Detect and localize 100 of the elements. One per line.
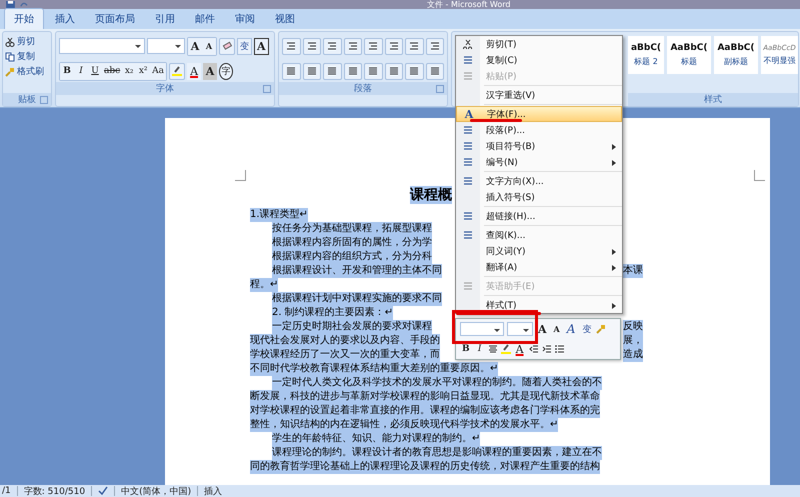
character-shading-button[interactable]: A <box>203 62 218 80</box>
submenu-arrow-icon <box>612 249 616 255</box>
phonetic-guide-button[interactable]: 变 <box>237 38 252 54</box>
menu-item[interactable]: 编号(N) <box>456 154 622 170</box>
ribbon-tab[interactable]: 引用 <box>146 9 184 29</box>
ribbon-tab[interactable]: 视图 <box>266 9 304 29</box>
document-text: 同的教育哲学理论基础上的课程理论及课程的历史传统，对课程产生重要的结构 <box>250 460 600 474</box>
menu-item[interactable]: 段落(P)... <box>456 122 622 138</box>
styles-button[interactable]: A <box>564 322 578 336</box>
paragraph-mark-button[interactable] <box>426 38 444 54</box>
paste-icon <box>463 71 473 81</box>
menu-item[interactable]: 复制(C) <box>456 52 622 68</box>
menu-item[interactable]: A 字体(F)... <box>456 106 622 122</box>
document-text: 按任务分为基础型课程，拓展型课程 <box>272 222 432 236</box>
menu-item[interactable]: 样式(T) <box>456 297 622 313</box>
enclose-character-button[interactable]: 字 <box>219 62 234 80</box>
menu-item[interactable]: 翻译(A) <box>456 259 622 275</box>
menu-item[interactable]: 同义词(Y) <box>456 243 622 259</box>
save-icon[interactable] <box>6 1 15 8</box>
change-case-button[interactable]: Aa <box>150 62 166 80</box>
clear-format-button[interactable] <box>219 38 235 54</box>
ribbon-tab[interactable]: 邮件 <box>186 9 224 29</box>
copy-icon <box>5 52 15 62</box>
borders-button[interactable] <box>426 62 444 80</box>
menu-item[interactable]: 超链接(H)... <box>456 208 622 224</box>
annotation-underline <box>470 119 522 122</box>
document-text: 本课 <box>623 264 643 278</box>
menu-item[interactable]: 项目符号(B) <box>456 138 622 154</box>
highlight-button[interactable] <box>169 62 186 80</box>
phonetic-guide-button[interactable]: 变 <box>580 322 594 336</box>
document-text: 根据课程内容的组织方式，分为分科 <box>272 250 432 264</box>
submenu-arrow-icon <box>612 265 616 271</box>
font-icon: A <box>464 108 474 120</box>
align-center-button[interactable] <box>302 62 321 80</box>
crop-mark <box>235 170 246 181</box>
align-right-button[interactable] <box>323 62 342 80</box>
document-text: 根据课程设计、开发和管理的主体不同 <box>272 264 442 278</box>
clipboard-button[interactable]: 复制 <box>5 50 49 63</box>
multilevel-list-button[interactable] <box>323 38 342 54</box>
group-label: 段落 <box>354 82 372 95</box>
clipboard-button[interactable]: 剪切 <box>5 35 49 48</box>
ribbon-tab[interactable]: 页面布局 <box>86 9 144 29</box>
word-count[interactable]: 字数: 510/510 <box>24 484 86 497</box>
group-label: 样式 <box>704 94 722 106</box>
style-gallery-item[interactable]: AaBbC( 标题 <box>667 36 711 74</box>
chinese-layout-button[interactable] <box>384 38 403 54</box>
style-gallery-item[interactable]: AaBbC( 副标题 <box>714 36 758 74</box>
font-name-field[interactable] <box>59 38 145 54</box>
line-spacing-button[interactable] <box>384 62 403 80</box>
scissors-icon <box>463 39 473 49</box>
ribbon-tab[interactable]: 审阅 <box>226 9 264 29</box>
group-label: 贴板 <box>18 94 36 106</box>
style-preview: AaBbC( <box>670 43 708 53</box>
clipboard-button[interactable]: 格式刷 <box>5 65 49 78</box>
style-gallery-item[interactable]: aBbC( 标题 2 <box>628 36 664 74</box>
font-color-button[interactable]: A <box>187 62 202 80</box>
justify-button[interactable] <box>344 62 362 80</box>
menu-item[interactable]: 剪切(T) <box>456 36 622 52</box>
bold-button[interactable]: B <box>460 342 472 356</box>
menu-item[interactable]: 文字方向(X)... <box>456 173 622 189</box>
increase-indent-button[interactable] <box>364 38 382 54</box>
document-text: 现代社会发展对人的要求以及内容、手段的 <box>250 334 440 348</box>
grow-font-button[interactable]: A <box>188 38 202 54</box>
document-title: 课程概 <box>410 186 452 204</box>
numbering-button[interactable] <box>302 38 321 54</box>
document-text: 一定历史时期社会发展的要求对课程 <box>272 320 432 334</box>
ribbon-tab[interactable]: 插入 <box>46 9 84 29</box>
font-name-field[interactable] <box>460 322 504 336</box>
document-text: 整性，知识结构的内在逻辑性，必须反映现代科学技术的发展水平。↵ <box>250 418 558 432</box>
ribbon-tab[interactable]: 开始 <box>4 8 44 29</box>
scissors-icon <box>5 36 15 46</box>
proofing-check-icon[interactable] <box>98 486 108 496</box>
align-left-button[interactable] <box>282 62 300 80</box>
distribute-button[interactable] <box>364 62 382 80</box>
style-name: 不明显强 <box>764 55 796 66</box>
font-color-button[interactable]: A <box>514 342 526 356</box>
character-border-button[interactable]: A <box>254 38 269 54</box>
shrink-font-button[interactable]: A <box>552 322 562 336</box>
insert-mode[interactable]: 插入 <box>204 484 222 497</box>
shading-button[interactable] <box>405 62 424 80</box>
decrease-indent-button[interactable] <box>344 38 362 54</box>
document-text: 学校课程经历了一次又一次的重大变革，而 <box>250 348 440 362</box>
menu-item[interactable]: 插入符号(S) <box>456 189 622 205</box>
menu-item[interactable]: 汉字重选(V) <box>456 87 622 103</box>
crop-mark <box>754 170 765 181</box>
brush-icon <box>5 66 15 76</box>
document-text: 程。↵ <box>250 278 278 292</box>
italic-button[interactable]: I <box>474 342 485 356</box>
sort-button[interactable] <box>405 38 424 54</box>
bullets-button[interactable] <box>282 38 300 54</box>
highlighter-icon[interactable] <box>500 344 511 354</box>
highlighter-icon <box>172 66 182 76</box>
style-preview: aBbC( <box>630 43 662 53</box>
menu-item[interactable]: 查阅(K)... <box>456 227 622 243</box>
style-name: 标题 2 <box>634 56 658 67</box>
grow-font-button[interactable]: A <box>536 322 549 336</box>
font-size-field[interactable] <box>507 322 533 336</box>
language-indicator[interactable]: 中文(简体，中国) <box>121 484 192 497</box>
document-text: 一定时代人类文化及科学技术的发展水平对课程的制约。随着人类社会的不 <box>272 376 602 390</box>
font-size-field[interactable] <box>147 38 185 54</box>
